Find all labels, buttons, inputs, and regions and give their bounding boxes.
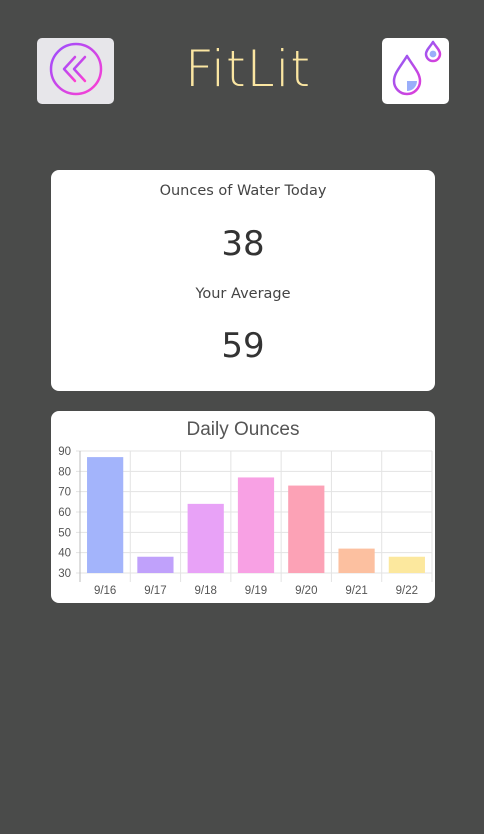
x-tick-label: 9/20 [295, 585, 317, 597]
y-tick-label: 50 [58, 527, 71, 539]
y-tick-label: 80 [58, 466, 71, 478]
bar-9-16 [87, 457, 124, 573]
x-tick-label: 9/18 [195, 585, 217, 597]
x-tick-label: 9/17 [144, 585, 166, 597]
bar-9-20 [288, 485, 325, 573]
today-value: 38 [221, 224, 265, 264]
y-tick-label: 40 [58, 548, 71, 560]
bar-9-18 [187, 503, 224, 573]
x-tick-label: 9/21 [345, 585, 367, 597]
x-tick-label: 9/22 [396, 585, 418, 597]
average-label: Your Average [195, 286, 291, 302]
x-tick-label: 9/19 [245, 585, 267, 597]
average-value: 59 [221, 326, 265, 366]
y-tick-label: 30 [58, 568, 71, 580]
x-tick-label: 9/16 [94, 585, 116, 597]
water-stats-card: Ounces of Water Today 38 Your Average 59 [51, 170, 435, 391]
y-tick-label: 70 [58, 487, 71, 499]
daily-ounces-chart: 90 80 70 60 50 40 30 9/16 9/17 9/18 9/19 9/20 9/21 9/… [58, 446, 433, 597]
today-label: Ounces of Water Today [159, 183, 327, 199]
daily-ounces-chart-card: Daily Ounces 90 80 70 60 50 40 30 9/16 9/17 9/18 9… [51, 411, 435, 603]
bar-9-21 [338, 548, 375, 573]
chevron-left-circle-icon [48, 41, 104, 101]
y-tick-label: 60 [58, 507, 71, 519]
water-button[interactable] [382, 38, 449, 104]
water-drops-icon [385, 38, 447, 104]
back-button[interactable] [37, 38, 114, 104]
bar-9-19 [237, 477, 275, 573]
y-tick-label: 90 [58, 446, 71, 458]
bar-9-22 [388, 556, 425, 573]
app-title: FitLit [185, 40, 311, 98]
bar-9-17 [137, 556, 174, 573]
